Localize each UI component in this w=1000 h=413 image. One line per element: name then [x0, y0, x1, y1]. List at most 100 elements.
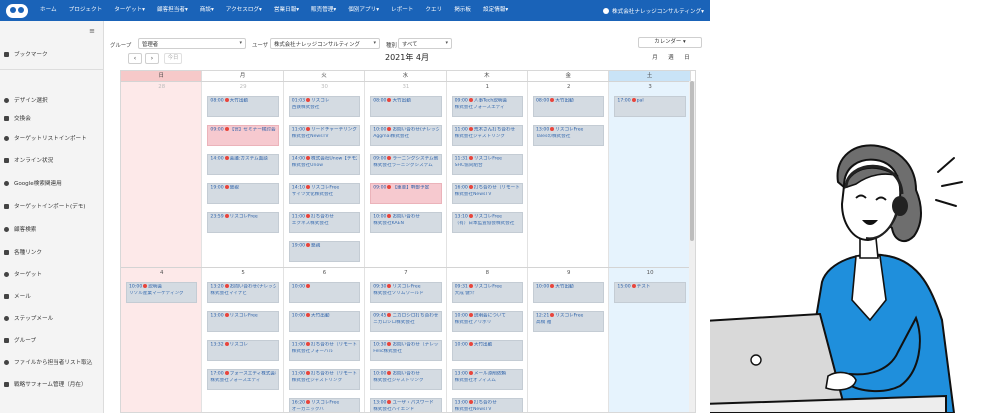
nav-daily-report[interactable]: 営業日報▾: [268, 0, 305, 21]
calendar-event[interactable]: 17:00 pal: [614, 96, 686, 117]
calendar-event[interactable]: 09:30 リスコレFree 株式会社ソリムワールド: [370, 282, 442, 303]
hamburger-icon[interactable]: ≡: [89, 27, 95, 35]
day-number[interactable]: 10: [609, 270, 690, 276]
nav-home[interactable]: ホーム: [34, 0, 63, 21]
day-number[interactable]: 8: [447, 270, 528, 276]
sidebar-item[interactable]: ターゲットインポート(デモ): [4, 199, 102, 213]
calendar-event[interactable]: 19:00 懇親: [288, 241, 361, 262]
calendar-event[interactable]: 10:00 大竹出勤: [533, 282, 605, 303]
calendar-event[interactable]: 09:00 【重要】幹部予定: [370, 183, 442, 204]
calendar-event[interactable]: 09:00 人事Tech説明会 株式会社フォースエディ: [451, 96, 523, 117]
nav-board[interactable]: 掲示板: [448, 0, 477, 21]
calendar-event[interactable]: 17:00 フォースエディ株式会社 株式会社フォースエディ: [207, 369, 279, 390]
sidebar-item[interactable]: グループ: [4, 333, 102, 347]
calendar-event[interactable]: 09:00 ラーニングシステム他 株式会社ラーニングシステム: [370, 154, 442, 175]
nav-access-log[interactable]: アクセスログ▾: [220, 0, 268, 21]
day-number[interactable]: 7: [365, 270, 446, 276]
sidebar-item[interactable]: ターゲットリストインポート: [4, 131, 102, 145]
calendar-event[interactable]: 11:00 打ち合わせ（リモート） 株式会社フォーバル: [288, 340, 361, 361]
sidebar-item[interactable]: 各種リンク: [4, 245, 102, 259]
calendar-event[interactable]: 09:31 リスコレFree 大成 健介: [451, 282, 523, 303]
calendar-event[interactable]: 12:21 リスコレFree 高橋 雅: [533, 311, 605, 332]
calendar-event[interactable]: 13:00 リスコレFree: [207, 311, 279, 332]
calendar-event[interactable]: 11:00 打ち合わせ（リモート） 株式会社ジャストリンク: [288, 369, 361, 390]
sidebar-item[interactable]: 戦略サフォーム管理（月在）: [4, 377, 102, 391]
group-select[interactable]: 管理者 ▾: [138, 38, 246, 49]
nav-query[interactable]: クエリ: [419, 0, 448, 21]
calendar-event[interactable]: 10:00 大竹出勤: [451, 340, 523, 361]
sidebar-item[interactable]: デザイン選択: [4, 93, 102, 107]
vertical-scrollbar[interactable]: [689, 81, 695, 412]
calendar-event[interactable]: 13:00 リスコレFree Talesの株式会社: [533, 125, 605, 146]
calendar-event[interactable]: 13:00 打ち合わせ 株式会社NewsTV: [451, 398, 523, 412]
sidebar-item[interactable]: ファイルから担当者リスト取込: [4, 355, 102, 369]
calendar-event[interactable]: 23:59 リスコレFree: [207, 212, 279, 233]
nav-settings[interactable]: 設定情報▾: [477, 0, 514, 21]
view-select[interactable]: カレンダー ▾: [638, 37, 702, 48]
type-select[interactable]: すべて ▾: [398, 38, 452, 49]
week-view-button[interactable]: 週: [664, 53, 678, 64]
day-number[interactable]: 28: [121, 84, 202, 90]
calendar-event[interactable]: 14:10 リスコレFree サイツ文化株式会社: [288, 183, 361, 204]
sidebar-item[interactable]: Google検索関連用: [4, 176, 102, 190]
day-column[interactable]: [121, 81, 203, 412]
calendar-event[interactable]: 10:00 説明会について 株式会社アリボリ: [451, 311, 523, 332]
calendar-event[interactable]: 10:00 お問い合わせ(ナレッジ) Aggmai株式会社: [370, 125, 442, 146]
nav-target[interactable]: ターゲット▾: [108, 0, 151, 21]
calendar-event[interactable]: 13:00 ユーザ・パスワード 株式会社ハイエンド: [370, 398, 442, 412]
nav-contact[interactable]: 顧客担当者▾: [151, 0, 194, 21]
day-number[interactable]: 31: [365, 84, 446, 90]
calendar-event[interactable]: 15:00 テスト: [614, 282, 686, 303]
calendar-event[interactable]: 09:00 【営】セミナー検討会: [207, 125, 279, 146]
day-number[interactable]: 3: [609, 84, 690, 90]
sidebar-item[interactable]: ステップメール: [4, 311, 102, 325]
calendar-event[interactable]: 14:00 株式会社Unow【デモ】 株式会社Unow: [288, 154, 361, 175]
day-number[interactable]: 30: [284, 84, 365, 90]
calendar-event[interactable]: 10:00 大竹出勤: [288, 311, 361, 332]
calendar-event[interactable]: 08:00 大竹出勤: [207, 96, 279, 117]
calendar-event[interactable]: 14:00 会議:ガステム面談: [207, 154, 279, 175]
user-select[interactable]: 株式会社ナレッジコンサルティング ▾: [270, 38, 380, 49]
calendar-event[interactable]: 13:20 お問い合わせ(ナレッジ) 株式会社マイナビ: [207, 282, 279, 303]
month-view-button[interactable]: 月: [648, 53, 662, 64]
scrollbar-thumb[interactable]: [690, 81, 694, 241]
calendar-event[interactable]: 10:30 お問い合わせ（ナレッジ）Felic株式会社: [370, 340, 442, 361]
nav-project[interactable]: プロジェクト: [63, 0, 109, 21]
day-number[interactable]: 4: [121, 270, 202, 276]
sidebar-item[interactable]: 交換会: [4, 111, 102, 125]
day-column[interactable]: [609, 81, 691, 412]
nav-deal[interactable]: 商談▾: [194, 0, 220, 21]
sidebar-item[interactable]: ブックマーク: [4, 47, 102, 61]
calendar-event[interactable]: 11:00 リードチャーテリング 株式会社NewsTV: [288, 125, 361, 146]
calendar-event[interactable]: 09:45 ニカロシロ打ち合わせ ニカロシロ株式会社: [370, 311, 442, 332]
day-number[interactable]: 2: [528, 84, 609, 90]
calendar-event[interactable]: 11:00 打ち合わせ エクネス株式会社: [288, 212, 361, 233]
sidebar-item[interactable]: ターゲット: [4, 267, 102, 281]
day-number[interactable]: 5: [202, 270, 283, 276]
calendar-event[interactable]: 10:00 説明会 リゾル産業マーケティング: [126, 282, 198, 303]
sidebar-item[interactable]: オンライン状況: [4, 153, 102, 167]
calendar-event[interactable]: 13:10 リスコレFree （有）日本監査協会株式会社: [451, 212, 523, 233]
calendar-event[interactable]: 19:00 懇親: [207, 183, 279, 204]
user-menu[interactable]: 株式会社ナレッジコンサルティング▾: [603, 7, 710, 15]
calendar-event[interactable]: 08:00 大竹出勤: [370, 96, 442, 117]
calendar-event[interactable]: 16:00 打ち合わせ（リモート） 株式会社NewsTV: [451, 183, 523, 204]
calendar-event[interactable]: 11:00 荒木さん打ち合わせ 株式会社ジャストリンク: [451, 125, 523, 146]
app-logo[interactable]: [0, 0, 34, 21]
sidebar-item[interactable]: 顧客検索: [4, 222, 102, 236]
calendar-event[interactable]: 08:00 大竹出勤: [533, 96, 605, 117]
calendar-event[interactable]: 16:20 リスコレFree オーガニックハ: [288, 398, 361, 412]
calendar-event[interactable]: 13:00 メール添削依頼 株式会社オフィスム: [451, 369, 523, 390]
calendar-event[interactable]: 10:00 お問い合わせ 株式会社KAEN: [370, 212, 442, 233]
calendar-event[interactable]: 10:00 お問い合わせ 株式会社ジャストリンク: [370, 369, 442, 390]
day-number[interactable]: 1: [447, 84, 528, 90]
calendar-event[interactable]: 11:31 リスコレFree SHC協同組合: [451, 154, 523, 175]
nav-apps[interactable]: 個別アプリ▾: [342, 0, 385, 21]
day-number[interactable]: 6: [284, 270, 365, 276]
day-number[interactable]: 9: [528, 270, 609, 276]
nav-report[interactable]: レポート: [385, 0, 419, 21]
calendar-event[interactable]: 10:00: [288, 282, 361, 303]
calendar-event[interactable]: 01:03 リスコレ 西鉄株式会社: [288, 96, 361, 117]
day-number[interactable]: 29: [202, 84, 283, 90]
nav-sales[interactable]: 販売管理▾: [305, 0, 342, 21]
